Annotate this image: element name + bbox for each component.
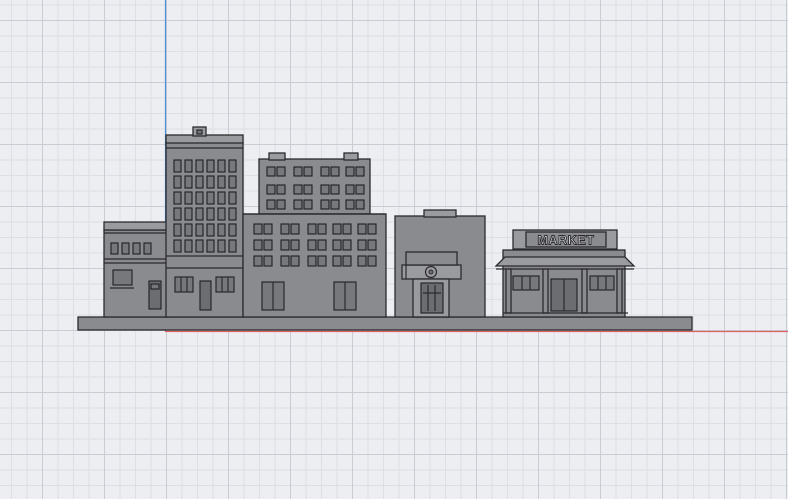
building-window (293, 199, 303, 210)
design-canvas[interactable]: MARKET (0, 0, 788, 499)
building-window (317, 223, 327, 235)
building-window (293, 184, 303, 195)
building-window (173, 207, 182, 221)
building-window (303, 166, 313, 177)
building-window (195, 175, 204, 189)
building-window (367, 239, 377, 251)
building-window (307, 255, 317, 267)
building-window (303, 184, 313, 195)
building-window (206, 239, 215, 253)
building-window (276, 199, 286, 210)
building-window (290, 239, 300, 251)
bank-building[interactable] (394, 209, 486, 318)
building-window (280, 223, 290, 235)
building-window (330, 199, 340, 210)
building-window (217, 191, 226, 205)
building-window (195, 207, 204, 221)
building-window (290, 255, 300, 267)
building-window (253, 255, 263, 267)
building-window (206, 175, 215, 189)
building-window (195, 159, 204, 173)
building-window (228, 239, 237, 253)
building-window (355, 166, 365, 177)
building-window (173, 191, 182, 205)
building-window (307, 239, 317, 251)
building-window (330, 184, 340, 195)
building-window (266, 166, 276, 177)
base-plate[interactable] (77, 316, 693, 331)
building-window (184, 207, 193, 221)
building-window (332, 255, 342, 267)
building-window (342, 239, 352, 251)
building-window (253, 223, 263, 235)
building-window (367, 255, 377, 267)
building-window (345, 199, 355, 210)
building-window (217, 207, 226, 221)
building-window (206, 223, 215, 237)
building-window (173, 239, 182, 253)
building-window (173, 175, 182, 189)
office-building[interactable] (242, 152, 387, 318)
building-window (293, 166, 303, 177)
building-window (317, 255, 327, 267)
building-window (263, 223, 273, 235)
building-window (332, 239, 342, 251)
building-window (184, 239, 193, 253)
building-window (342, 255, 352, 267)
building-window (263, 239, 273, 251)
building-window (357, 223, 367, 235)
building-window (184, 159, 193, 173)
building-window (355, 184, 365, 195)
building-window (206, 207, 215, 221)
building-window (206, 159, 215, 173)
building-window (195, 191, 204, 205)
building-window (184, 223, 193, 237)
building-window (357, 239, 367, 251)
building-window (276, 184, 286, 195)
building-window (217, 175, 226, 189)
building-window (228, 175, 237, 189)
building-window (217, 159, 226, 173)
building-window (228, 191, 237, 205)
building-window (330, 166, 340, 177)
building-window (332, 223, 342, 235)
building-window (228, 207, 237, 221)
building-window (355, 199, 365, 210)
building-window (280, 239, 290, 251)
model-viewport[interactable]: MARKET (0, 0, 788, 499)
building-window (345, 166, 355, 177)
building-window (317, 239, 327, 251)
building-window (195, 223, 204, 237)
building-window (228, 223, 237, 237)
building-window (217, 239, 226, 253)
building-window (217, 223, 226, 237)
building-window (173, 159, 182, 173)
building-window (266, 184, 276, 195)
building-window (253, 239, 263, 251)
building-window (307, 223, 317, 235)
market-sign: MARKET (537, 234, 594, 248)
small-shop-building[interactable] (103, 221, 169, 318)
building-window (184, 175, 193, 189)
building-window (320, 199, 330, 210)
building-window (342, 223, 352, 235)
building-window (195, 239, 204, 253)
tall-tower-building[interactable] (165, 126, 244, 318)
building-window (290, 223, 300, 235)
building-window (345, 184, 355, 195)
building-window (263, 255, 273, 267)
building-window (184, 191, 193, 205)
building-window (320, 166, 330, 177)
building-window (357, 255, 367, 267)
building-window (228, 159, 237, 173)
building-window (276, 166, 286, 177)
building-window (266, 199, 276, 210)
building-window (320, 184, 330, 195)
building-window (173, 223, 182, 237)
building-window (367, 223, 377, 235)
building-window (206, 191, 215, 205)
market-building[interactable]: MARKET (494, 229, 636, 318)
building-window (280, 255, 290, 267)
building-window (303, 199, 313, 210)
